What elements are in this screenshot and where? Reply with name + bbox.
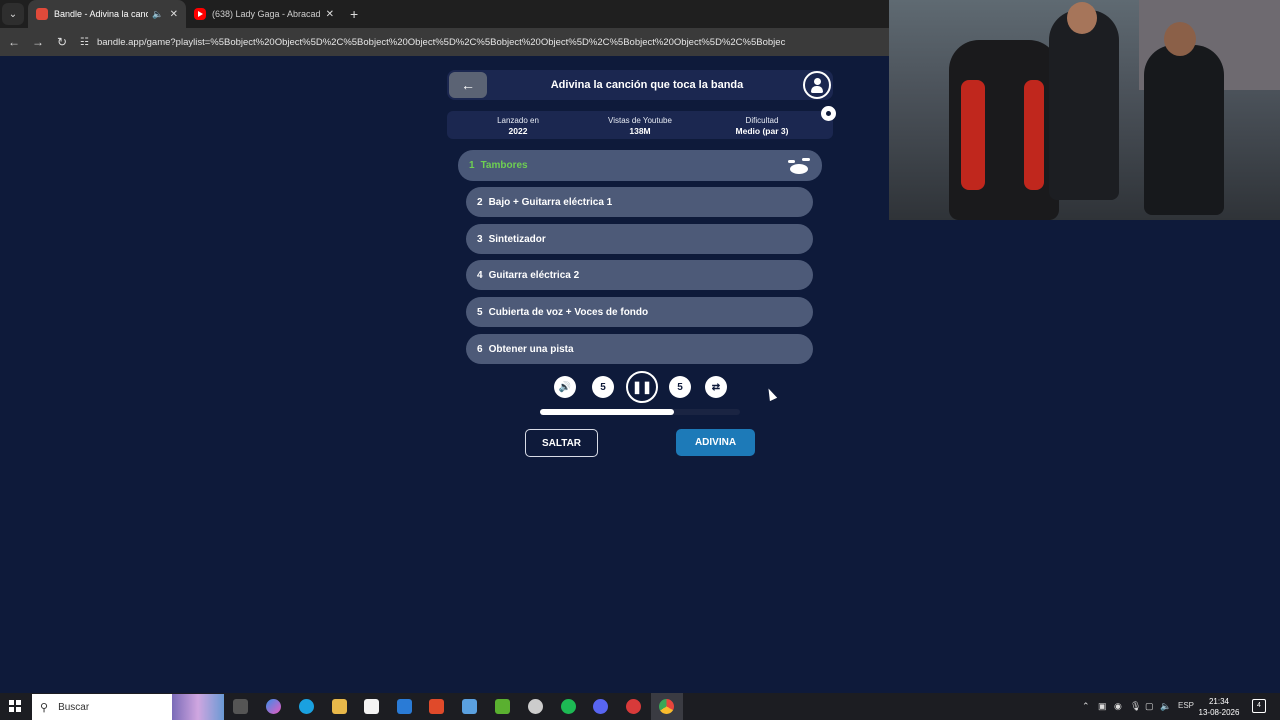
track-item-guitar-2[interactable]: 4 Guitarra eléctrica 2 bbox=[466, 260, 813, 290]
track-number: 5 bbox=[477, 306, 483, 318]
page-title: Adivina la canción que toca la banda bbox=[550, 79, 744, 91]
close-icon[interactable]: ✕ bbox=[170, 9, 178, 20]
tray-app-icon[interactable]: ▣ bbox=[1098, 701, 1107, 712]
tab-bandle[interactable]: Bandle - Adivina la canción 🔈 ✕ bbox=[28, 0, 186, 28]
task-view-icon[interactable] bbox=[233, 699, 248, 714]
search-icon: ⚲ bbox=[40, 701, 49, 714]
track-label: Tambores bbox=[480, 160, 528, 171]
track-number: 4 bbox=[477, 269, 483, 281]
language-indicator[interactable]: ESP bbox=[1178, 701, 1194, 710]
arrow-left-icon: ← bbox=[461, 77, 475, 93]
mouse-cursor bbox=[764, 386, 778, 402]
new-tab-plus-icon[interactable]: + bbox=[350, 6, 358, 22]
tab-search-dropdown[interactable]: ⌄ bbox=[2, 3, 24, 25]
reload-icon[interactable]: ↻ bbox=[50, 35, 74, 49]
speaker-icon[interactable]: 🔈 bbox=[1160, 701, 1171, 712]
app-icon[interactable] bbox=[462, 699, 477, 714]
guess-button[interactable]: ADIVINA bbox=[676, 429, 755, 456]
taskbar-search-box[interactable]: ⚲ Buscar bbox=[32, 694, 224, 720]
drums-icon bbox=[788, 158, 810, 174]
track-label: Bajo + Guitarra eléctrica 1 bbox=[488, 196, 613, 208]
webcam-overlay bbox=[889, 0, 1280, 220]
volume-icon[interactable]: 🔊 bbox=[554, 376, 576, 398]
search-placeholder: Buscar bbox=[58, 701, 90, 713]
forward-arrow-icon[interactable]: → bbox=[26, 35, 50, 49]
forward-5-icon[interactable]: 5 bbox=[669, 376, 691, 398]
file-explorer-icon[interactable] bbox=[332, 699, 347, 714]
notification-count: 4 bbox=[1257, 702, 1261, 709]
chrome-icon[interactable] bbox=[659, 699, 674, 714]
track-label: Guitarra eléctrica 2 bbox=[488, 269, 580, 281]
track-label: Obtener una pista bbox=[488, 343, 574, 355]
info-label: Vistas de Youtube bbox=[608, 116, 672, 125]
playback-progress-bar[interactable] bbox=[540, 409, 740, 415]
track-label: Cubierta de voz + Voces de fondo bbox=[488, 306, 649, 318]
track-number: 1 bbox=[469, 160, 475, 171]
gear-icon[interactable] bbox=[821, 106, 836, 121]
nvidia-icon[interactable] bbox=[495, 699, 510, 714]
track-item-bass-guitar[interactable]: 2 Bajo + Guitarra eléctrica 1 bbox=[466, 187, 813, 217]
site-info-icon[interactable]: ☷ bbox=[80, 37, 89, 48]
copilot-icon[interactable] bbox=[266, 699, 281, 714]
info-label: Dificultad bbox=[745, 116, 779, 125]
track-number: 3 bbox=[477, 233, 483, 245]
url-field[interactable]: bandle.app/game?playlist=%5Bobject%20Obj… bbox=[97, 37, 877, 48]
skip-button[interactable]: SALTAR bbox=[525, 429, 598, 457]
youtube-views-info: Vistas de Youtube 138M bbox=[585, 116, 695, 136]
track-label: Sintetizador bbox=[488, 233, 546, 245]
pause-button[interactable]: ❚❚ bbox=[626, 371, 658, 403]
notification-icon[interactable]: 4 bbox=[1252, 699, 1266, 713]
store-icon[interactable] bbox=[364, 699, 379, 714]
track-item-vocals[interactable]: 5 Cubierta de voz + Voces de fondo bbox=[466, 297, 813, 327]
info-value: 2022 bbox=[508, 126, 528, 136]
tab-title: (638) Lady Gaga - Abracadabra bbox=[212, 9, 320, 19]
rewind-seconds: 5 bbox=[600, 381, 606, 393]
difficulty-info: Dificultad Medio (par 3) bbox=[707, 116, 817, 136]
bandle-favicon-icon bbox=[36, 8, 48, 20]
speaker-icon[interactable]: 🔈 bbox=[152, 9, 163, 20]
track-item-drums[interactable]: 1 Tambores bbox=[458, 150, 822, 181]
track-number: 2 bbox=[477, 196, 483, 208]
microphone-icon[interactable]: 🎙 bbox=[1130, 701, 1141, 712]
settings-gear-icon[interactable] bbox=[528, 699, 543, 714]
obs-icon[interactable] bbox=[626, 699, 641, 714]
spotify-icon[interactable] bbox=[561, 699, 576, 714]
track-item-synth[interactable]: 3 Sintetizador bbox=[466, 224, 813, 254]
shuffle-off-icon[interactable]: ⇄ bbox=[705, 376, 727, 398]
network-icon[interactable]: ▢ bbox=[1145, 701, 1154, 712]
info-label: Lanzado en bbox=[497, 116, 539, 125]
clock-time: 21:34 bbox=[1208, 697, 1230, 706]
back-arrow-icon[interactable]: ← bbox=[2, 35, 26, 49]
youtube-favicon-icon bbox=[194, 8, 206, 20]
tab-title: Bandle - Adivina la canción bbox=[54, 9, 149, 19]
discord-icon[interactable] bbox=[593, 699, 608, 714]
profile-button[interactable] bbox=[803, 71, 831, 99]
forward-seconds: 5 bbox=[677, 381, 683, 393]
tray-chevron-icon[interactable]: ⌃ bbox=[1082, 701, 1090, 712]
brave-icon[interactable] bbox=[429, 699, 444, 714]
close-icon[interactable]: ✕ bbox=[326, 9, 334, 20]
back-button[interactable]: ← bbox=[449, 72, 487, 98]
edge-icon[interactable] bbox=[299, 699, 314, 714]
tray-obs-icon[interactable]: ◉ bbox=[1114, 701, 1122, 712]
info-value: Medio (par 3) bbox=[735, 126, 789, 136]
track-item-hint[interactable]: 6 Obtener una pista bbox=[466, 334, 813, 364]
release-year-info: Lanzado en 2022 bbox=[463, 116, 573, 136]
progress-fill bbox=[540, 409, 674, 415]
search-highlight-image bbox=[172, 694, 224, 720]
track-number: 6 bbox=[477, 343, 483, 355]
mail-icon[interactable] bbox=[397, 699, 412, 714]
rewind-5-icon[interactable]: 5 bbox=[592, 376, 614, 398]
info-value: 138M bbox=[629, 126, 651, 136]
windows-start-icon[interactable] bbox=[9, 700, 21, 712]
taskbar-clock[interactable]: 21:34 13-08-2026 bbox=[1196, 696, 1242, 718]
tab-youtube[interactable]: (638) Lady Gaga - Abracadabra ✕ bbox=[186, 0, 342, 28]
clock-date: 13-08-2026 bbox=[1198, 708, 1240, 717]
